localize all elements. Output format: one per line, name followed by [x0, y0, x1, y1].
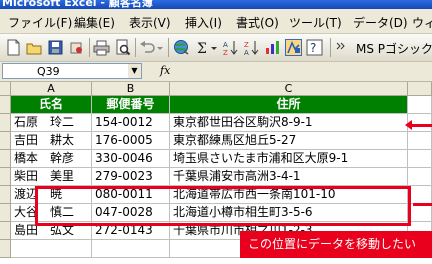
name-box[interactable]: Q39 ▼	[2, 63, 142, 79]
sort-ascending-icon[interactable]: AZ	[222, 39, 239, 56]
print-preview-icon[interactable]	[114, 39, 131, 56]
cell-empty[interactable]	[408, 132, 432, 150]
svg-text:A: A	[223, 41, 228, 49]
name-cell[interactable]: 柴田 美里	[11, 168, 92, 186]
window-title: Microsoft Excel - 顧客名簿	[2, 0, 153, 9]
hyperlink-globe-icon[interactable]	[173, 39, 190, 56]
select-all-corner[interactable]	[0, 82, 11, 96]
name-box-dropdown-icon[interactable]: ▼	[128, 64, 141, 78]
drawing-toolbar-icon[interactable]	[285, 39, 302, 56]
target-arrow	[405, 120, 432, 130]
sigma-icon[interactable]: Σ	[194, 39, 211, 56]
address-cell[interactable]: 東京都世田谷区駒沢8-9-1	[170, 114, 408, 132]
address-cell[interactable]: 千葉県浦安市高洲3-4-1	[170, 168, 408, 186]
selection-highlight-box	[35, 186, 411, 226]
sort-descending-icon[interactable]: ZA	[243, 39, 260, 56]
column-header-c[interactable]: C	[170, 82, 408, 96]
svg-text:Σ: Σ	[197, 41, 207, 56]
column-header-d[interactable]	[408, 82, 432, 96]
row-header[interactable]	[0, 168, 11, 186]
header-cell-name[interactable]: 氏名	[11, 96, 92, 114]
font-name-box[interactable]: MS Pゴシック	[356, 40, 432, 57]
header-cell-zip[interactable]: 郵便番号	[92, 96, 170, 114]
table-row: 石原 玲二 154-0012 東京都世田谷区駒沢8-9-1	[0, 114, 432, 132]
table-row: 吉田 耕太 176-0005 東京都練馬区旭丘5-27	[0, 132, 432, 150]
svg-text:?: ?	[310, 41, 316, 55]
help-icon[interactable]: ?	[306, 39, 323, 56]
menu-window[interactable]: ウィ	[412, 14, 432, 31]
address-cell[interactable]: 東京都練馬区旭丘5-27	[170, 132, 408, 150]
row-header[interactable]	[0, 222, 11, 240]
row-header[interactable]	[0, 150, 11, 168]
menu-insert[interactable]: 挿入(I)	[185, 14, 222, 31]
menu-format[interactable]: 書式(O)	[236, 14, 279, 31]
toolbar-separator	[330, 38, 331, 57]
row-header[interactable]	[0, 240, 11, 258]
row-header[interactable]	[0, 186, 11, 204]
new-document-icon[interactable]	[5, 39, 22, 56]
toolbar-separator	[89, 38, 90, 57]
column-header-a[interactable]: A	[11, 82, 92, 96]
menu-bar: ファイル(F) 編集(E) 表示(V) 挿入(I) 書式(O) ツール(T) デ…	[0, 9, 432, 34]
name-cell[interactable]: 橋本 幹彦	[11, 150, 92, 168]
menu-edit[interactable]: 編集(E)	[74, 14, 115, 31]
title-bar: Microsoft Excel - 顧客名簿	[0, 0, 432, 9]
cell-empty[interactable]	[408, 168, 432, 186]
open-folder-icon[interactable]	[26, 39, 43, 56]
zip-cell[interactable]: 330-0046	[92, 150, 170, 168]
undo-icon[interactable]	[139, 39, 156, 56]
address-cell[interactable]: 埼玉県さいたま市浦和区大原9-1	[170, 150, 408, 168]
cell-empty[interactable]	[408, 186, 432, 204]
cell-empty[interactable]	[408, 204, 432, 222]
menu-view[interactable]: 表示(V)	[129, 14, 171, 31]
table-row: 柴田 美里 279-0023 千葉県浦安市高洲3-4-1	[0, 168, 432, 186]
callout-connector-line	[413, 203, 432, 206]
row-header[interactable]	[0, 204, 11, 222]
svg-text:Z: Z	[244, 41, 249, 49]
svg-text:Z: Z	[223, 49, 228, 56]
toolbar-separator	[168, 38, 169, 57]
permission-icon[interactable]	[68, 39, 85, 56]
table-row: 橋本 幹彦 330-0046 埼玉県さいたま市浦和区大原9-1	[0, 150, 432, 168]
column-header-b[interactable]: B	[92, 82, 170, 96]
header-cell-address[interactable]: 住所	[170, 96, 408, 114]
undo-dropdown-icon[interactable]	[156, 39, 164, 56]
zip-cell[interactable]: 279-0023	[92, 168, 170, 186]
zip-cell[interactable]: 176-0005	[92, 132, 170, 150]
name-box-value: Q39	[37, 65, 60, 78]
toolbar-separator	[135, 38, 136, 57]
cell-empty[interactable]	[408, 96, 432, 114]
cell-empty[interactable]	[92, 240, 170, 258]
row-header[interactable]	[0, 132, 11, 150]
toolbar-options-icon[interactable]	[335, 39, 347, 56]
row-header[interactable]	[0, 96, 11, 114]
row-header[interactable]	[0, 114, 11, 132]
sigma-dropdown-icon[interactable]	[210, 39, 218, 56]
menu-file[interactable]: ファイル(F)	[8, 14, 72, 31]
name-cell[interactable]: 吉田 耕太	[11, 132, 92, 150]
cell-empty[interactable]	[11, 240, 92, 258]
standard-toolbar: Σ AZ ZA ? MS Pゴシック	[0, 34, 432, 62]
name-cell[interactable]: 石原 玲二	[11, 114, 92, 132]
save-icon[interactable]	[47, 39, 64, 56]
print-icon[interactable]	[93, 39, 110, 56]
zip-cell[interactable]: 154-0012	[92, 114, 170, 132]
callout-label: この位置にデータを移動したい	[240, 231, 432, 258]
insert-function-icon[interactable]: fx	[160, 64, 170, 77]
cell-empty[interactable]	[408, 150, 432, 168]
chart-wizard-icon[interactable]	[264, 39, 281, 56]
table-header-row: 氏名 郵便番号 住所	[0, 96, 432, 114]
menu-data[interactable]: データ(D)	[353, 14, 408, 31]
menu-tools[interactable]: ツール(T)	[289, 14, 342, 31]
formula-bar: Q39 ▼ fx	[0, 62, 432, 82]
svg-text:A: A	[244, 49, 249, 56]
